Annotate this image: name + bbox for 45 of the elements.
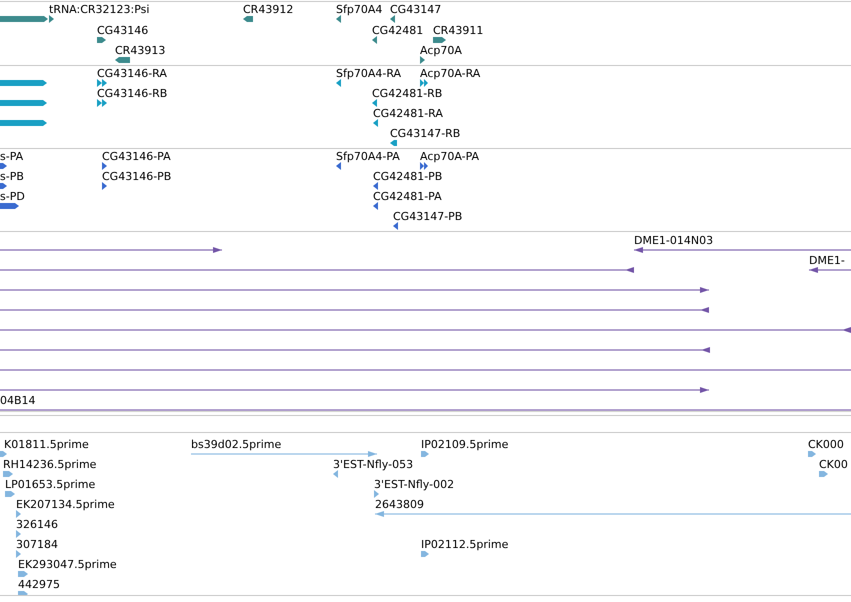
feature-label[interactable]: CR43912	[243, 3, 294, 16]
feature-label[interactable]: IP02109.5prime	[421, 438, 508, 451]
feature-label[interactable]: CR43911	[433, 24, 484, 37]
feature-label[interactable]: CG43146-PA	[102, 150, 171, 163]
feature-label[interactable]: 307184	[16, 538, 58, 551]
feature-label[interactable]: 3'EST-Nfly-002	[374, 478, 454, 491]
feature-label[interactable]: CG43146	[97, 24, 148, 37]
feature-label[interactable]: CK00	[819, 458, 848, 471]
feature-label[interactable]: 442975	[18, 578, 60, 591]
feature-label[interactable]: Acp70A	[420, 44, 462, 57]
feature-label[interactable]: EK207134.5prime	[16, 498, 115, 511]
feature-label[interactable]: CG42481-RA	[373, 107, 443, 120]
feature-label[interactable]: IP02112.5prime	[421, 538, 508, 551]
feature-label[interactable]: LP01653.5prime	[5, 478, 96, 491]
feature-label[interactable]: bs39d02.5prime	[191, 438, 282, 451]
feature-label[interactable]: Sfp70A4-RA	[336, 67, 402, 80]
feature-label[interactable]: 04B14	[0, 394, 36, 407]
feature-label[interactable]: s-PB	[0, 170, 24, 183]
feature-label[interactable]: EK293047.5prime	[18, 558, 117, 571]
feature-label[interactable]: Acp70A-RA	[420, 67, 480, 80]
feature-label[interactable]: CG43146-RB	[97, 87, 168, 100]
feature-label[interactable]: Sfp70A4	[336, 3, 382, 16]
feature-label[interactable]: K01811.5prime	[4, 438, 89, 451]
feature-label[interactable]: CG42481-PB	[373, 170, 442, 183]
feature-label[interactable]: CG42481	[372, 24, 424, 37]
feature-label[interactable]: 3'EST-Nfly-053	[333, 458, 414, 471]
feature-label[interactable]: CG43147	[390, 3, 442, 16]
feature-label[interactable]: RH14236.5prime	[3, 458, 96, 471]
feature-label[interactable]: 326146	[16, 518, 58, 531]
feature-label[interactable]: Acp70A-PA	[420, 150, 480, 163]
feature-label[interactable]: CG42481-RB	[372, 87, 442, 100]
feature-label[interactable]: CG43147-PB	[393, 210, 462, 223]
feature-label[interactable]: CG43146-RA	[97, 67, 167, 80]
feature-label[interactable]: CG42481-PA	[373, 190, 442, 203]
feature-label[interactable]: CG43146-PB	[102, 170, 172, 183]
feature-label[interactable]: CK000	[808, 438, 844, 451]
feature-label[interactable]: 2643809	[375, 498, 424, 511]
feature-label[interactable]: s-PA	[0, 150, 24, 163]
feature-label[interactable]: tRNA:CR32123:Psi	[49, 3, 150, 16]
feature-label[interactable]: DME1-014N03	[634, 234, 714, 247]
feature-label[interactable]: CG43147-RB	[390, 127, 460, 140]
feature-label[interactable]: Sfp70A4-PA	[336, 150, 400, 163]
feature-label[interactable]: CR43913	[115, 44, 166, 57]
feature-label[interactable]: s-PD	[0, 190, 25, 203]
feature-label[interactable]: DME1-	[809, 254, 845, 267]
